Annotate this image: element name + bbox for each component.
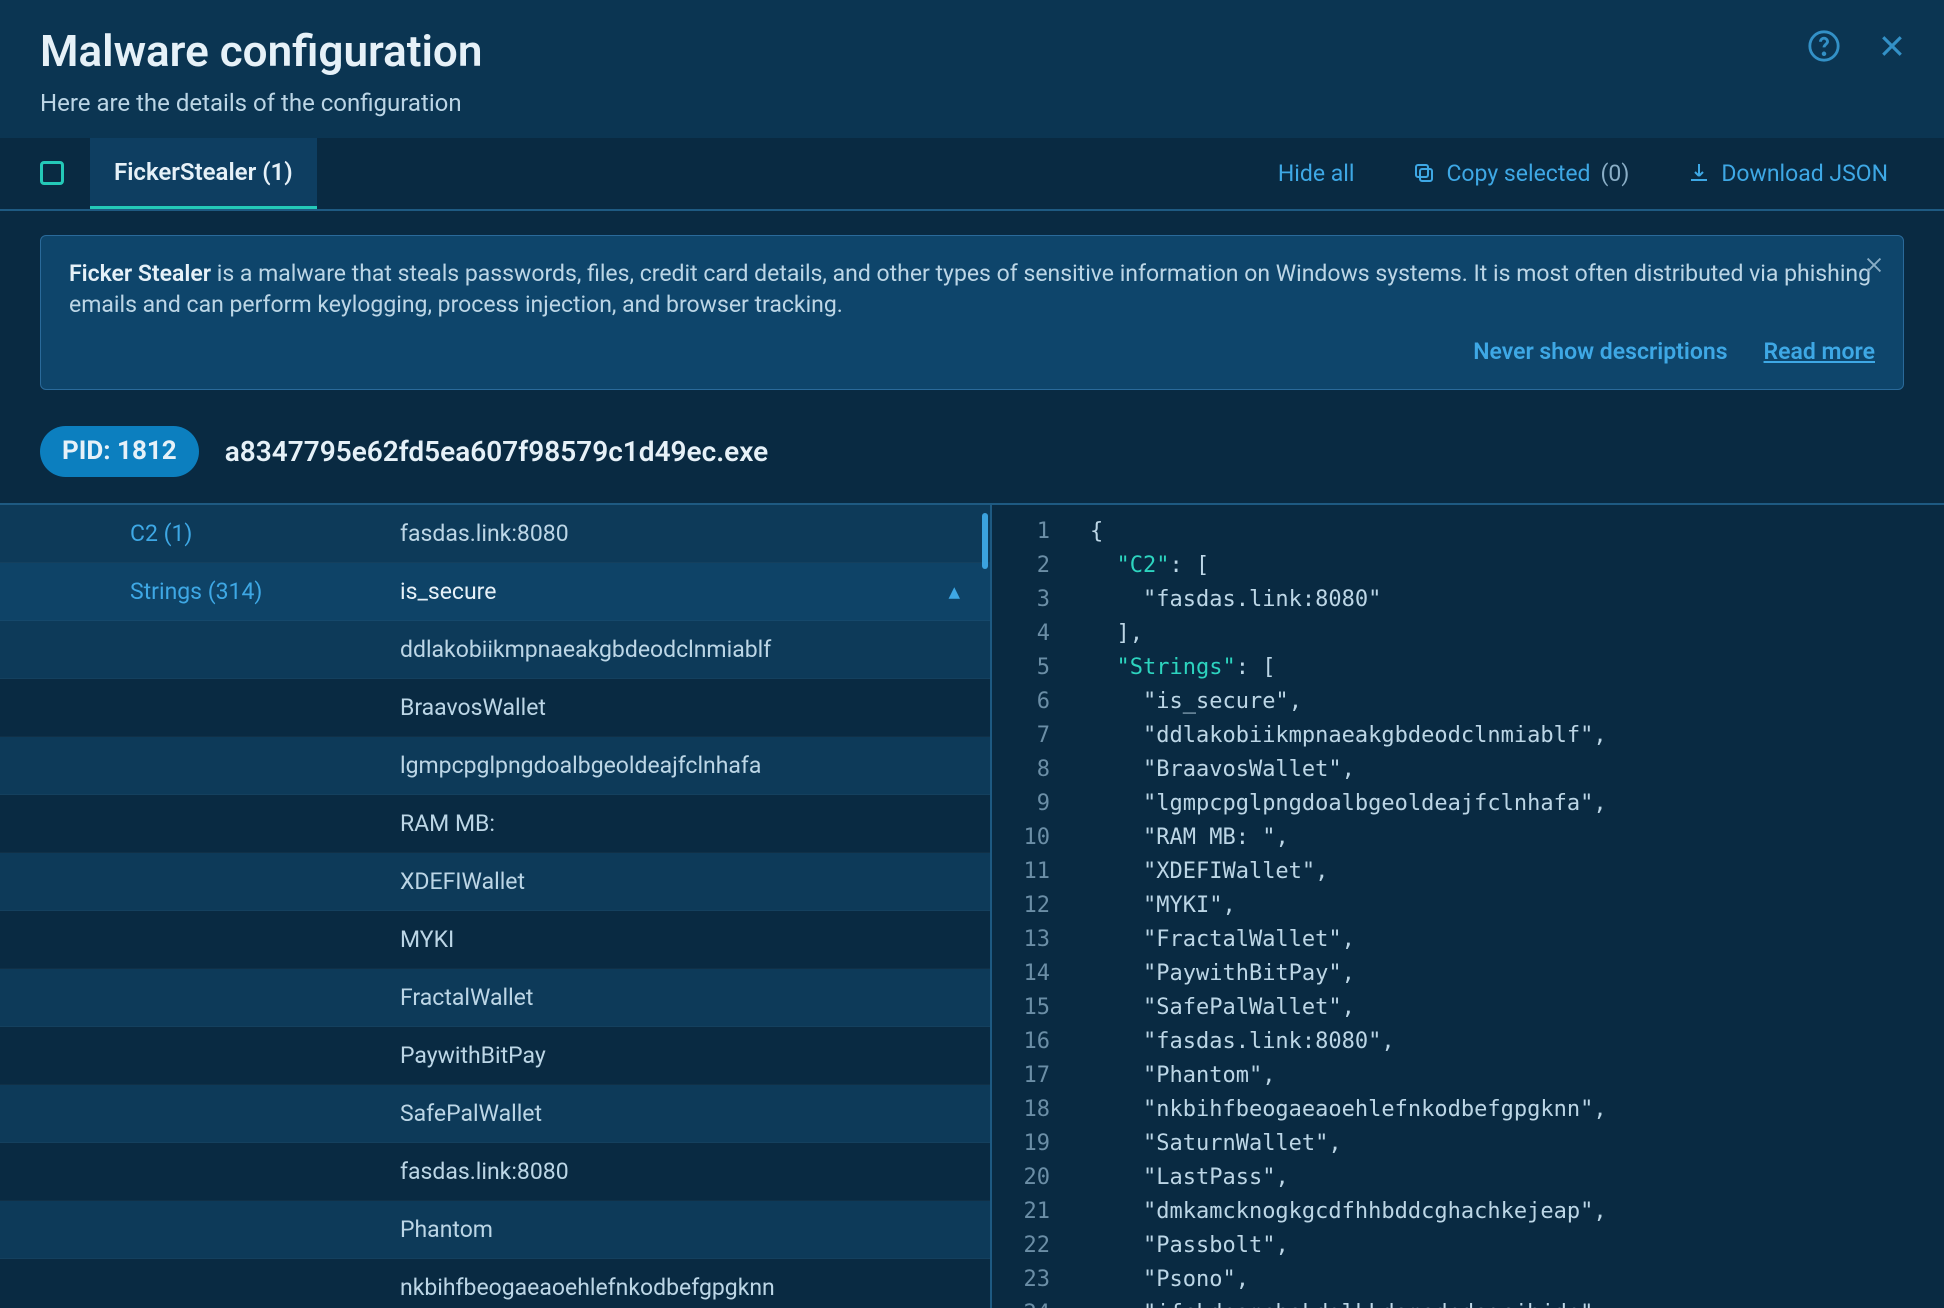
copy-icon xyxy=(1412,161,1436,185)
json-code[interactable]: 1234567891011121314151617181920212223242… xyxy=(992,505,1944,1308)
tab-bar: FickerStealer (1) Hide all Copy selected… xyxy=(0,138,1944,211)
config-value-row[interactable]: BraavosWallet xyxy=(0,679,990,737)
config-value-text: SafePalWallet xyxy=(400,1098,960,1129)
config-value-row[interactable]: Phantom xyxy=(0,1201,990,1259)
config-value-text: BraavosWallet xyxy=(400,692,960,723)
hide-all-label: Hide all xyxy=(1278,158,1355,189)
split-view: C2 (1)fasdas.link:8080Strings (314)is_se… xyxy=(0,503,1944,1308)
download-icon xyxy=(1687,161,1711,185)
config-value-text: ddlakobiikmpnaeakgbdeodclnmiablf xyxy=(400,634,960,665)
config-value-row[interactable]: SafePalWallet xyxy=(0,1085,990,1143)
config-tree-panel: C2 (1)fasdas.link:8080Strings (314)is_se… xyxy=(0,505,990,1308)
config-value-row[interactable]: ddlakobiikmpnaeakgbdeodclnmiablf xyxy=(0,621,990,679)
config-key-label: Strings (314) xyxy=(0,576,400,607)
pid-line: PID: 1812 a8347795e62fd5ea607f98579c1d49… xyxy=(0,414,1944,503)
config-value-text: MYKI xyxy=(400,924,960,955)
never-show-descriptions-link[interactable]: Never show descriptions xyxy=(1473,336,1727,367)
config-value-row[interactable]: nkbihfbeogaeaoehlefnkodbefgpgknn xyxy=(0,1259,990,1308)
scrollbar-thumb[interactable] xyxy=(982,513,988,569)
config-value-text: lgmpcpglpngdoalbgeoldeajfclnhafa xyxy=(400,750,960,781)
select-all-checkbox[interactable] xyxy=(40,161,64,185)
config-value-text: PaywithBitPay xyxy=(400,1040,960,1071)
download-json-label: Download JSON xyxy=(1721,158,1888,189)
copy-selected-label: Copy selected xyxy=(1446,158,1590,189)
line-gutter: 1234567891011121314151617181920212223242… xyxy=(992,505,1062,1308)
tab-fickerstealer[interactable]: FickerStealer (1) xyxy=(90,138,317,209)
config-value-row[interactable]: fasdas.link:8080 xyxy=(0,1143,990,1201)
code-body: { "C2": [ "fasdas.link:8080" ], "Strings… xyxy=(1062,505,1944,1308)
description-name: Ficker Stealer xyxy=(69,260,211,287)
chevron-up-icon: ▴ xyxy=(948,576,960,607)
config-key-label: C2 (1) xyxy=(0,518,400,549)
config-value-row[interactable]: FractalWallet xyxy=(0,969,990,1027)
config-value-row[interactable]: MYKI xyxy=(0,911,990,969)
config-value-row[interactable]: RAM MB: xyxy=(0,795,990,853)
page-subtitle: Here are the details of the configuratio… xyxy=(40,87,1896,119)
pid-badge: PID: 1812 xyxy=(40,426,199,477)
description-text: Ficker Stealer is a malware that steals … xyxy=(69,258,1875,320)
config-value-text: Phantom xyxy=(400,1214,960,1245)
download-json-button[interactable]: Download JSON xyxy=(1671,158,1904,189)
config-value-text: nkbihfbeogaeaoehlefnkodbefgpgknn xyxy=(400,1272,960,1303)
read-more-link[interactable]: Read more xyxy=(1764,336,1875,367)
description-box: Ficker Stealer is a malware that steals … xyxy=(40,235,1904,390)
copy-selected-count: (0) xyxy=(1601,158,1630,189)
hide-all-button[interactable]: Hide all xyxy=(1262,158,1371,189)
config-value-text: RAM MB: xyxy=(400,808,960,839)
config-value-text: fasdas.link:8080 xyxy=(400,1156,960,1187)
config-value-row[interactable]: PaywithBitPay xyxy=(0,1027,990,1085)
config-key-row[interactable]: C2 (1)fasdas.link:8080 xyxy=(0,505,990,563)
close-icon[interactable] xyxy=(1872,26,1912,66)
process-filename: a8347795e62fd5ea607f98579c1d49ec.exe xyxy=(225,433,768,471)
config-key-value: is_secure xyxy=(400,576,948,607)
config-value-row[interactable]: lgmpcpglpngdoalbgeoldeajfclnhafa xyxy=(0,737,990,795)
json-panel: 1234567891011121314151617181920212223242… xyxy=(990,505,1944,1308)
title-bar: Malware configuration Here are the detai… xyxy=(0,0,1944,138)
config-value-text: XDEFIWallet xyxy=(400,866,960,897)
config-value-text: FractalWallet xyxy=(400,982,960,1013)
copy-selected-button[interactable]: Copy selected (0) xyxy=(1396,158,1645,189)
config-key-value: fasdas.link:8080 xyxy=(400,518,960,549)
page-title: Malware configuration xyxy=(40,22,1896,81)
config-value-row[interactable]: XDEFIWallet xyxy=(0,853,990,911)
help-icon[interactable] xyxy=(1804,26,1844,66)
description-body: is a malware that steals passwords, file… xyxy=(69,260,1871,318)
description-close-icon[interactable] xyxy=(1863,254,1885,276)
config-key-row[interactable]: Strings (314)is_secure▴ xyxy=(0,563,990,621)
